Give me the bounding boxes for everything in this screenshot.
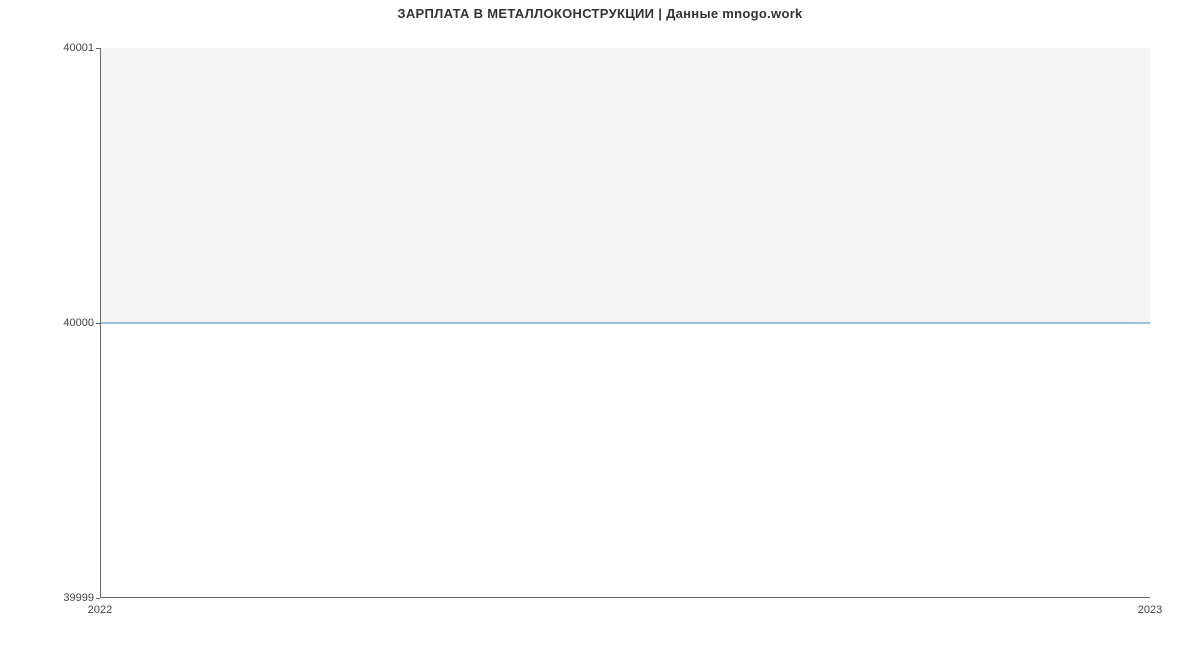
- chart-title: ЗАРПЛАТА В МЕТАЛЛОКОНСТРУКЦИИ | Данные m…: [0, 0, 1200, 21]
- y-axis-line: [100, 48, 101, 598]
- y-tick: [96, 323, 100, 324]
- y-tick: [96, 598, 100, 599]
- y-tick-label: 39999: [63, 592, 94, 604]
- line-series: [100, 323, 1150, 324]
- y-tick: [96, 48, 100, 49]
- y-tick-label: 40000: [63, 317, 94, 329]
- grid-band: [100, 48, 1150, 323]
- x-axis-line: [100, 597, 1150, 598]
- y-tick-label: 40001: [63, 42, 94, 54]
- chart-plot-area: 40001 40000 39999 2022 2023: [100, 48, 1150, 598]
- x-tick-label: 2023: [1138, 604, 1162, 616]
- x-tick-label: 2022: [88, 604, 112, 616]
